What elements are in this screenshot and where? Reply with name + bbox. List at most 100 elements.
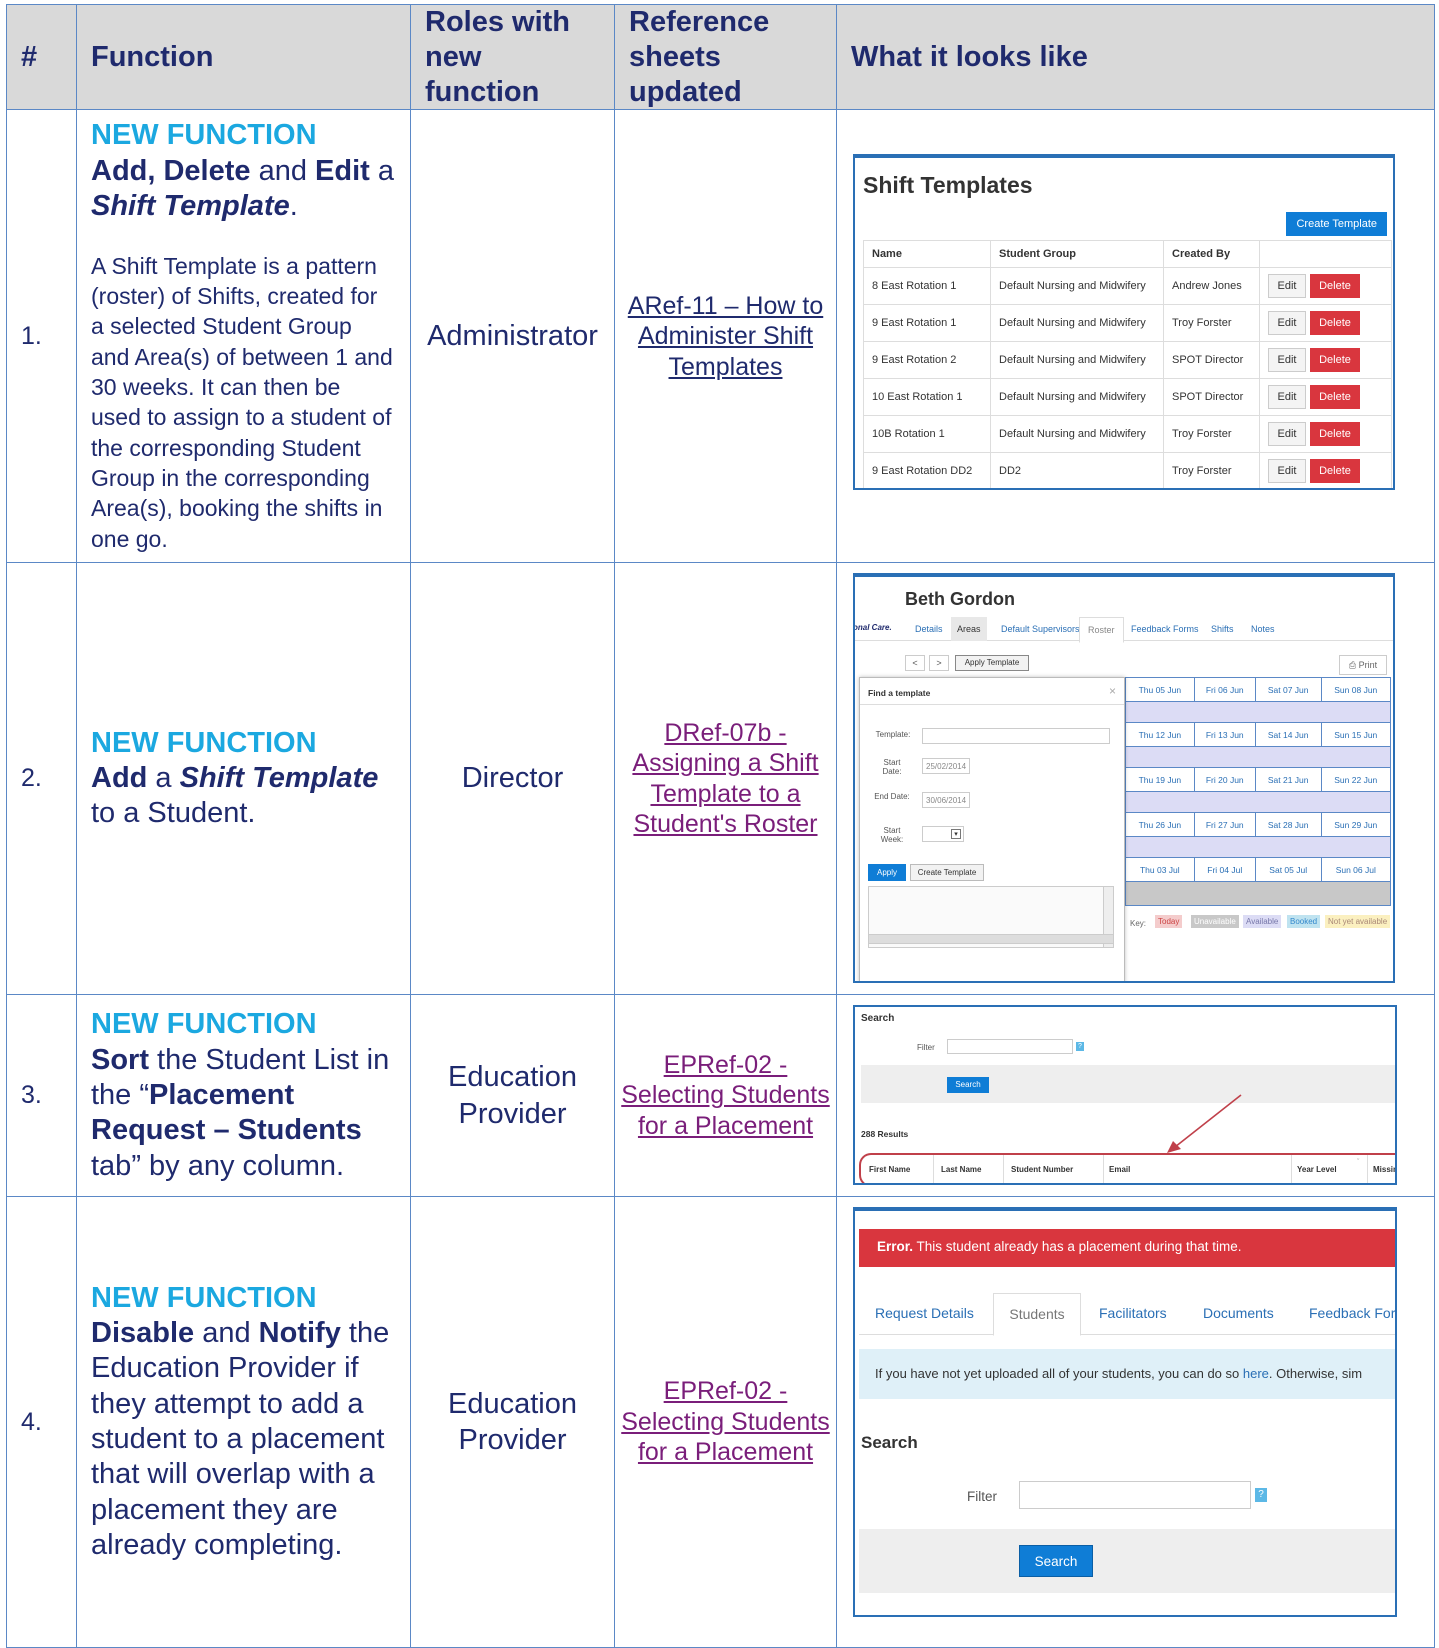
cal-day[interactable]: Thu 05 Jun [1125, 677, 1195, 703]
new-function-label: NEW FUNCTION [91, 1281, 317, 1314]
edit-button[interactable]: Edit [1268, 385, 1306, 410]
cal-day[interactable]: Sun 29 Jun [1320, 812, 1392, 838]
cell-group: DD2 [990, 452, 1164, 489]
cell-actions: Edit Delete [1259, 378, 1392, 417]
tab-default-supervisors[interactable]: Default Supervisors [1001, 624, 1080, 634]
upload-link[interactable]: here [1243, 1366, 1269, 1381]
row-number: 4. [6, 1196, 77, 1648]
tab-students[interactable]: Students [993, 1293, 1081, 1337]
cal-day[interactable]: Sat 28 Jun [1254, 812, 1322, 838]
ref-link[interactable]: EPRef-02 - Selecting Students for a Plac… [621, 1377, 829, 1466]
search-button[interactable]: Search [1019, 1545, 1093, 1578]
help-icon[interactable]: ? [1255, 1488, 1267, 1503]
header-num: # [6, 3, 77, 111]
cal-day[interactable]: Fri 13 Jun [1193, 722, 1256, 748]
sort-icon[interactable]: ˇ [1357, 1159, 1359, 1166]
function-description: A Shift Template is a pattern (roster) o… [91, 252, 393, 552]
tab-notes[interactable]: Notes [1251, 624, 1275, 634]
cal-day[interactable]: Sat 05 Jul [1254, 857, 1322, 883]
request-tabs: Request Details Students Facilitators Do… [859, 1293, 1395, 1337]
calendar-key: Key: Today Unavailable Available Booked … [1127, 915, 1393, 935]
header-refs: Reference sheets updated [614, 3, 837, 111]
tab-request-details[interactable]: Request Details [875, 1305, 974, 1321]
col-group: Student Group [990, 240, 1164, 269]
col-email[interactable]: Email [1109, 1165, 1130, 1174]
filter-input[interactable] [1019, 1481, 1251, 1510]
screenshot-cell: Shift Templates Create Template Name Stu… [836, 109, 1435, 564]
tab-facilitators[interactable]: Facilitators [1099, 1305, 1167, 1321]
edit-button[interactable]: Edit [1268, 459, 1306, 484]
horizontal-scrollbar[interactable] [868, 934, 1114, 945]
cell-group: Default Nursing and Midwifery [990, 341, 1164, 380]
cal-day[interactable]: Thu 19 Jun [1125, 767, 1195, 793]
delete-button[interactable]: Delete [1310, 422, 1360, 447]
arrow-annotation [1167, 1094, 1242, 1154]
cal-day[interactable]: Sun 15 Jun [1320, 722, 1392, 748]
tab-documents[interactable]: Documents [1203, 1305, 1274, 1321]
start-week-select[interactable]: ▾ [922, 826, 964, 843]
close-icon[interactable]: × [1109, 684, 1116, 698]
create-template-button[interactable]: Create Template [1286, 212, 1387, 237]
find-template-popup: Find a template × Template: Start Date: … [859, 677, 1125, 982]
cal-day[interactable]: Fri 27 Jun [1193, 812, 1256, 838]
end-date-input[interactable]: 30/06/2014 [922, 792, 970, 809]
apply-template-button[interactable]: Apply Template [955, 655, 1029, 672]
ref-link[interactable]: DRef-07b - Assigning a Shift Template to… [632, 719, 818, 839]
edit-button[interactable]: Edit [1268, 274, 1306, 299]
edit-button[interactable]: Edit [1268, 348, 1306, 373]
tab-details[interactable]: Details [915, 624, 943, 634]
help-icon[interactable]: ? [1076, 1042, 1084, 1052]
filter-input[interactable] [947, 1039, 1073, 1055]
cell-actions: Edit Delete [1259, 452, 1392, 489]
edit-button[interactable]: Edit [1268, 311, 1306, 336]
prev-button[interactable]: < [905, 655, 925, 672]
cal-day[interactable]: Fri 06 Jun [1193, 677, 1256, 703]
key-not-yet-available: Not yet available [1325, 915, 1391, 929]
delete-button[interactable]: Delete [1310, 311, 1360, 336]
delete-button[interactable]: Delete [1310, 348, 1360, 373]
col-last-name[interactable]: Last Name [941, 1165, 981, 1174]
cal-day[interactable]: Sat 21 Jun [1254, 767, 1322, 793]
delete-button[interactable]: Delete [1310, 385, 1360, 410]
new-function-label: NEW FUNCTION [91, 119, 317, 152]
cal-day[interactable]: Sun 08 Jun [1320, 677, 1392, 703]
tab-areas[interactable]: Areas [951, 617, 987, 642]
cal-day[interactable]: Sun 22 Jun [1320, 767, 1392, 793]
cal-day[interactable]: Thu 12 Jun [1125, 722, 1195, 748]
roster-screenshot: Beth Gordon onal Care. Details Areas Def… [853, 573, 1395, 984]
start-date-input[interactable]: 25/02/2014 [922, 758, 970, 775]
info-alert: If you have not yet uploaded all of your… [859, 1349, 1395, 1400]
cal-day[interactable]: Thu 03 Jul [1125, 857, 1195, 883]
delete-button[interactable]: Delete [1310, 274, 1360, 299]
cell-created-by: Troy Forster [1163, 415, 1260, 454]
search-title: Search [861, 1013, 895, 1025]
col-student-number[interactable]: Student Number [1011, 1165, 1073, 1174]
search-button[interactable]: Search [947, 1077, 989, 1094]
tab-feedback-forms[interactable]: Feedback Forms [1131, 624, 1199, 634]
ref-link[interactable]: EPRef-02 - Selecting Students for a Plac… [621, 1051, 829, 1140]
create-template-button[interactable]: Create Template [910, 864, 984, 882]
apply-button[interactable]: Apply [868, 864, 906, 882]
col-year-level[interactable]: Year Level [1297, 1165, 1337, 1174]
tab-feedback-forms[interactable]: Feedback For [1309, 1305, 1395, 1321]
cal-day[interactable]: Sat 07 Jun [1254, 677, 1322, 703]
template-input[interactable] [922, 728, 1110, 745]
cal-day[interactable]: Sat 14 Jun [1254, 722, 1322, 748]
cal-day[interactable]: Sun 06 Jul [1320, 857, 1392, 883]
tab-roster[interactable]: Roster [1079, 617, 1124, 644]
cell-actions: Edit Delete [1259, 415, 1392, 454]
next-button[interactable]: > [929, 655, 949, 672]
cal-day[interactable]: Thu 26 Jun [1125, 812, 1195, 838]
edit-button[interactable]: Edit [1268, 422, 1306, 447]
cal-day[interactable]: Fri 20 Jun [1193, 767, 1256, 793]
print-button[interactable]: ⎙ Print [1339, 655, 1387, 676]
delete-button[interactable]: Delete [1310, 459, 1360, 484]
table-row: 9 East Rotation 2 Default Nursing and Mid… [863, 341, 1392, 380]
placement-error-screenshot: Error. This student already has a placem… [853, 1207, 1397, 1618]
tab-shifts[interactable]: Shifts [1211, 624, 1234, 634]
cal-day[interactable]: Fri 04 Jul [1193, 857, 1256, 883]
ref-link[interactable]: ARef-11 – How to Administer Shift Templa… [628, 292, 823, 381]
col-first-name[interactable]: First Name [869, 1165, 910, 1174]
col-missing[interactable]: Missing [1373, 1165, 1395, 1174]
header-row: # Function Roles with new function Refer… [6, 3, 1435, 111]
